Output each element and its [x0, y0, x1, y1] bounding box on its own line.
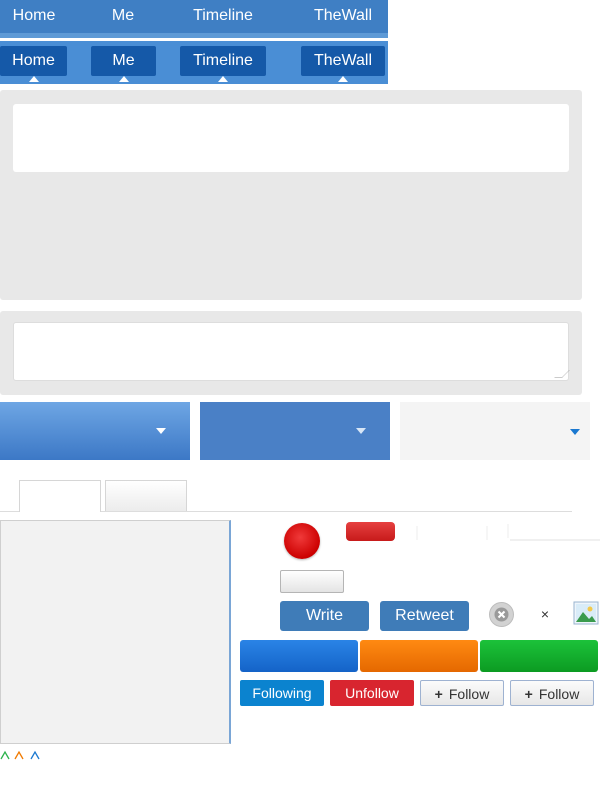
- tab-me[interactable]: Me: [91, 46, 156, 82]
- dropdown-caret-icon: [570, 429, 580, 435]
- dropdown-light[interactable]: [400, 402, 590, 460]
- dropdown-caret-icon: [156, 428, 166, 434]
- tab-home[interactable]: Home: [0, 46, 67, 82]
- close-circle-icon[interactable]: [489, 602, 514, 627]
- active-indicator-icon: [218, 76, 228, 82]
- red-badge[interactable]: [346, 522, 395, 541]
- unfollow-button[interactable]: Unfollow: [330, 680, 414, 706]
- content-box: [0, 520, 231, 744]
- tab-active[interactable]: [19, 480, 101, 512]
- action-bar-blue[interactable]: [240, 640, 358, 672]
- tab-me-label: Me: [112, 52, 135, 69]
- nav-separator: [0, 33, 388, 38]
- tab-home-label: Home: [12, 52, 55, 69]
- resize-grip-icon[interactable]: [554, 370, 570, 378]
- composer-input[interactable]: [13, 104, 569, 172]
- reply-textarea[interactable]: [13, 322, 570, 381]
- tab-thewall[interactable]: TheWall: [301, 46, 385, 82]
- follow-button-label: Follow: [448, 686, 490, 702]
- faint-divider: [416, 524, 600, 541]
- active-indicator-icon: [338, 76, 348, 82]
- active-indicator-icon: [118, 76, 129, 82]
- follow-button-label: Follow: [538, 686, 580, 702]
- tab-timeline-label: Timeline: [193, 52, 253, 69]
- nav-item-home[interactable]: Home: [5, 0, 63, 33]
- active-indicator-icon: [28, 76, 39, 82]
- tab-thewall-label: TheWall: [313, 52, 373, 69]
- follow-button[interactable]: + Follow: [420, 680, 504, 706]
- nav-item-timeline[interactable]: Timeline: [186, 0, 260, 33]
- plus-icon: +: [524, 686, 533, 702]
- tab-inactive[interactable]: [105, 480, 187, 511]
- dropdown-gradient[interactable]: [0, 402, 190, 460]
- close-circle-glyph-icon: [494, 607, 509, 622]
- loader-marks-icon: [0, 750, 40, 760]
- primary-nav: Home Me Timeline TheWall: [0, 0, 388, 33]
- nav-item-me[interactable]: Me: [100, 0, 146, 33]
- image-icon[interactable]: [573, 601, 599, 625]
- secondary-nav: Home Me Timeline TheWall: [0, 41, 388, 84]
- plus-icon: +: [434, 686, 443, 702]
- following-button[interactable]: Following: [240, 680, 324, 706]
- nav-item-thewall[interactable]: TheWall: [304, 0, 382, 33]
- action-bar-orange[interactable]: [360, 640, 478, 672]
- dropdown-caret-icon: [356, 428, 366, 434]
- retweet-button[interactable]: Retweet: [380, 601, 469, 631]
- record-button[interactable]: [284, 523, 320, 559]
- follow-button[interactable]: + Follow: [510, 680, 594, 706]
- blank-button[interactable]: [280, 570, 344, 593]
- write-button[interactable]: Write: [280, 601, 369, 631]
- action-bar-green[interactable]: [480, 640, 598, 672]
- tab-timeline[interactable]: Timeline: [180, 46, 266, 82]
- dropdown-solid[interactable]: [200, 402, 390, 460]
- close-icon[interactable]: ×: [535, 604, 555, 624]
